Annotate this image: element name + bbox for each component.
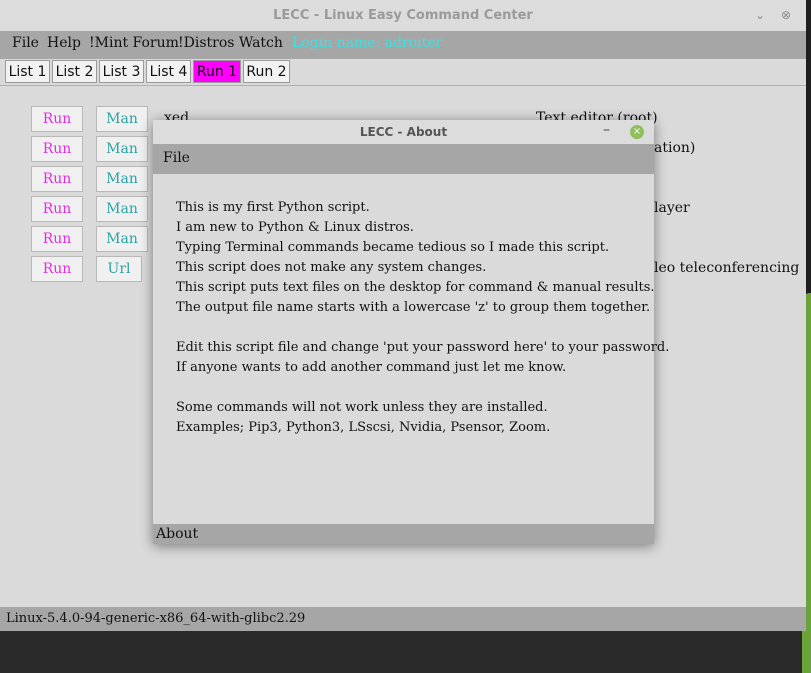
command-description: layer <box>654 200 690 216</box>
menu-mint-forum[interactable]: !Mint Forum <box>89 35 179 51</box>
run-button[interactable]: Run <box>31 196 83 222</box>
tab-run-2[interactable]: Run 2 <box>243 60 290 83</box>
about-line: Examples; Pip3, Python3, LSscsi, Nvidia,… <box>176 420 551 435</box>
tab-run-1[interactable]: Run 1 <box>193 60 241 83</box>
about-menu-bar: File <box>153 144 654 174</box>
menu-bar: File Help !Mint Forum !Distros Watch Log… <box>0 31 806 59</box>
about-title-bar: LECC - About – × <box>153 120 654 145</box>
tab-list-3[interactable]: List 3 <box>99 60 144 83</box>
about-line: If anyone wants to add another command j… <box>176 360 567 375</box>
man-button[interactable]: Man <box>96 136 148 162</box>
minimize-icon[interactable]: ⌄ <box>752 7 768 23</box>
command-description: leo teleconferencing <box>654 260 800 276</box>
man-button[interactable]: Man <box>96 166 148 192</box>
about-status-bar: About <box>153 524 654 544</box>
about-line: This script does not make any system cha… <box>176 260 487 275</box>
tab-list-4[interactable]: List 4 <box>146 60 191 83</box>
about-minimize-icon[interactable]: – <box>603 122 610 138</box>
man-button[interactable]: Man <box>96 196 148 222</box>
about-line: Edit this script file and change 'put yo… <box>176 340 670 355</box>
run-button[interactable]: Run <box>31 226 83 252</box>
about-line: The output file name starts with a lower… <box>176 300 651 315</box>
about-line: Typing Terminal commands became tedious … <box>176 240 610 255</box>
about-close-icon[interactable]: × <box>630 125 644 139</box>
command-description: ation) <box>654 140 696 156</box>
url-button[interactable]: Url <box>96 256 142 282</box>
about-dialog: LECC - About – × File This is my first P… <box>153 120 670 544</box>
about-text: This is my first Python script. I am new… <box>176 198 670 438</box>
status-bar: Linux-5.4.0-94-generic-x86_64-with-glibc… <box>0 607 806 631</box>
run-button[interactable]: Run <box>31 166 83 192</box>
run-button[interactable]: Run <box>31 136 83 162</box>
menu-distros-watch[interactable]: !Distros Watch <box>178 35 283 51</box>
about-line: This script puts text files on the deskt… <box>176 280 655 295</box>
man-button[interactable]: Man <box>96 106 148 132</box>
title-bar: LECC - Linux Easy Command Center ⌄ ⊗ <box>0 0 806 32</box>
about-line <box>176 378 646 398</box>
about-menu-file[interactable]: File <box>163 150 190 166</box>
about-line <box>176 318 646 338</box>
close-icon[interactable]: ⊗ <box>778 7 794 23</box>
menu-file[interactable]: File <box>12 35 39 51</box>
about-title: LECC - About <box>359 125 448 139</box>
login-name-label: Login name: adroiter <box>292 35 443 51</box>
about-line: I am new to Python & Linux distros. <box>176 220 414 235</box>
tab-bar: List 1 List 2 List 3 List 4 Run 1 Run 2 <box>0 59 806 86</box>
tab-list-2[interactable]: List 2 <box>52 60 97 83</box>
about-status-label: About <box>156 526 199 542</box>
about-line: This is my first Python script. <box>176 200 370 215</box>
about-line: Some commands will not work unless they … <box>176 400 548 415</box>
run-button[interactable]: Run <box>31 106 83 132</box>
menu-help[interactable]: Help <box>47 35 81 51</box>
run-button[interactable]: Run <box>31 256 83 282</box>
system-info-label: Linux-5.4.0-94-generic-x86_64-with-glibc… <box>6 611 306 626</box>
tab-list-1[interactable]: List 1 <box>5 60 50 83</box>
man-button[interactable]: Man <box>96 226 148 252</box>
window-title: LECC - Linux Easy Command Center <box>273 8 533 23</box>
